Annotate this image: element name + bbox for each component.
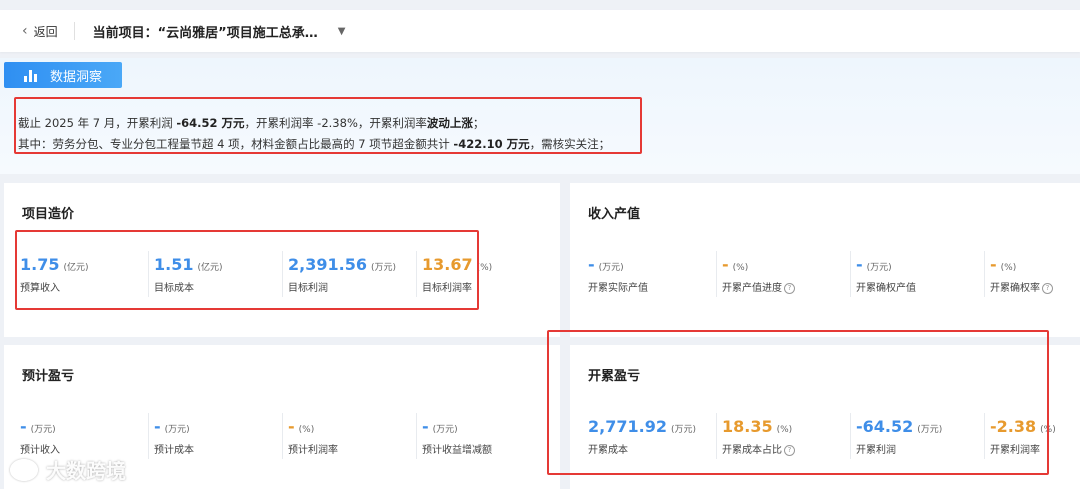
watermark: 大数跨境 (10, 455, 126, 484)
metric-unit: (万元) (866, 263, 892, 273)
metric-label: 预计成本 (154, 445, 194, 456)
metric-item: - (万元) 开累确权产值 (850, 251, 990, 301)
metric-unit: (%) (732, 263, 749, 273)
metric-label-group: 开累确权产值 (856, 279, 916, 294)
metric-label-group: 预计成本 (154, 441, 194, 456)
metric-label-group: 开累实际产值 (588, 279, 648, 294)
back-button[interactable]: ‹ 返回 (22, 23, 58, 40)
metric-item: - (%) 预计利润率 (282, 413, 422, 463)
divider (850, 251, 851, 297)
help-icon[interactable]: ? (1042, 283, 1053, 294)
back-label: 返回 (33, 24, 58, 39)
divider (282, 413, 283, 459)
metric-value-group: - (万元) (20, 417, 56, 436)
metric-unit: (万元) (164, 425, 190, 435)
metric-value-group: - (万元) (588, 255, 624, 274)
divider (984, 251, 985, 297)
card-title: 预计盈亏 (22, 369, 75, 384)
metric-value: - (722, 255, 729, 274)
metric-label: 开累产值进度 (722, 283, 782, 294)
annotation-box-project-cost (15, 230, 479, 310)
metric-value: - (990, 255, 997, 274)
annotation-box-insight (14, 97, 642, 154)
metric-label: 开累实际产值 (588, 283, 648, 294)
card-title: 项目造价 (22, 207, 75, 222)
annotation-box-cumulative (547, 330, 1049, 475)
metric-item: - (万元) 预计收益增减额 (416, 413, 556, 463)
metric-unit: (万元) (598, 263, 624, 273)
metric-unit: (%) (1000, 263, 1017, 273)
metric-value: - (288, 417, 295, 436)
metric-value: - (856, 255, 863, 274)
metric-item: - (%) 开累产值进度? (716, 251, 856, 301)
divider (716, 251, 717, 297)
metric-label: 预计利润率 (288, 445, 338, 456)
metric-value: - (588, 255, 595, 274)
chevron-down-icon[interactable]: ▼ (338, 26, 346, 37)
card-revenue: 收入产值 - (万元) 开累实际产值 - (%) 开累产值进度? - (万元) 开累确权产值 -(… (570, 183, 1080, 337)
chart-icon (24, 68, 40, 82)
divider (73, 22, 75, 40)
metric-value: - (20, 417, 27, 436)
divider (416, 413, 417, 459)
insight-tag-label: 数据洞察 (50, 69, 103, 85)
metric-label-group: 开累产值进度? (722, 279, 795, 294)
metric-value: - (154, 417, 161, 436)
metrics-row: - (万元) 开累实际产值 - (%) 开累产值进度? - (万元) 开累确权产值 - (%) 开累确… (588, 251, 1080, 301)
divider (148, 413, 149, 459)
insight-tag: 数据洞察 (4, 62, 122, 88)
metric-label-group: 预计收入 (20, 441, 60, 456)
metric-item: - (%) 开累确权率? (984, 251, 1080, 301)
chevron-left-icon: ‹ (22, 23, 28, 39)
metric-value: - (422, 417, 429, 436)
watermark-text: 大数跨境 (46, 459, 126, 483)
metric-unit: (万元) (432, 425, 458, 435)
help-icon[interactable]: ? (784, 283, 795, 294)
project-title: 当前项目：“云尚雅居”项目施工总承… (92, 25, 318, 41)
metric-label-group: 预计利润率 (288, 441, 338, 456)
metric-unit: (万元) (30, 425, 56, 435)
metric-label-group: 开累确权率? (990, 279, 1053, 294)
metric-value-group: - (万元) (856, 255, 892, 274)
metric-unit: (%) (298, 425, 315, 435)
metric-value-group: - (%) (722, 255, 748, 274)
top-bar: ‹ 返回 当前项目：“云尚雅居”项目施工总承… ▼ (0, 10, 1080, 52)
metric-label: 预计收益增减额 (422, 445, 492, 456)
metric-item: - (万元) 开累实际产值 (588, 251, 722, 301)
metric-label-group: 预计收益增减额 (422, 441, 492, 456)
metric-label: 开累确权率 (990, 283, 1040, 294)
metric-value-group: - (%) (288, 417, 314, 436)
metric-value-group: - (万元) (154, 417, 190, 436)
metric-value-group: - (万元) (422, 417, 458, 436)
watermark-logo-icon (10, 458, 38, 481)
metric-label: 开累确权产值 (856, 283, 916, 294)
metric-item: - (万元) 预计成本 (148, 413, 288, 463)
card-title: 收入产值 (588, 207, 641, 222)
metric-value-group: - (%) (990, 255, 1016, 274)
